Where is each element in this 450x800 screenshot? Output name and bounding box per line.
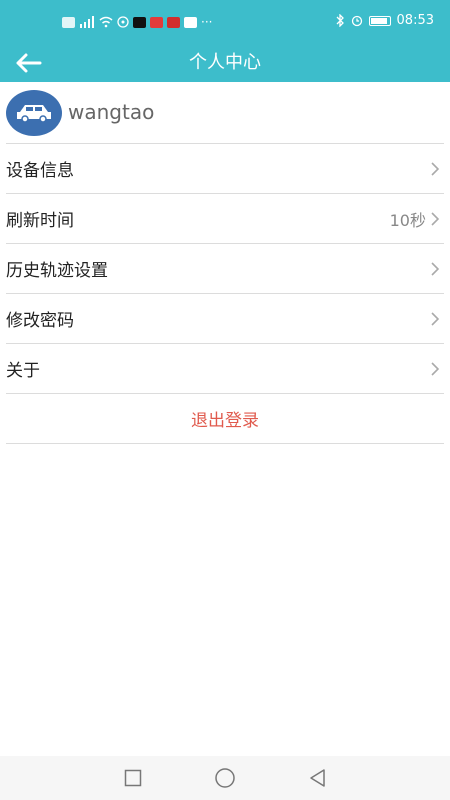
- home-button[interactable]: [213, 766, 237, 790]
- signal-icon: [80, 16, 94, 28]
- menu-item-change-password[interactable]: 修改密码: [6, 293, 444, 343]
- menu-item-about[interactable]: 关于: [6, 343, 444, 393]
- chevron-right-icon: [431, 211, 440, 226]
- battery-icon: [368, 15, 391, 26]
- menu-item-label: 历史轨迹设置: [6, 261, 108, 281]
- recents-button[interactable]: [121, 766, 145, 790]
- arrow-left-icon: [16, 53, 42, 73]
- back-nav-button[interactable]: [305, 766, 329, 790]
- chevron-right-icon: [431, 161, 440, 176]
- status-icons-left: ···: [62, 15, 212, 29]
- menu-item-history-track[interactable]: 历史轨迹设置: [6, 243, 444, 293]
- wifi-icon: [99, 16, 113, 28]
- chevron-right-icon: [431, 361, 440, 376]
- username: wangtao: [68, 100, 155, 124]
- menu-item-label: 刷新时间: [6, 211, 74, 231]
- logout-button[interactable]: 退出登录: [6, 393, 444, 444]
- square-icon: [124, 769, 142, 787]
- menu-item-label: 关于: [6, 361, 40, 381]
- hd-icon: [62, 16, 75, 28]
- refresh-time-value: 10秒: [389, 210, 426, 230]
- bluetooth-icon: [336, 14, 344, 27]
- status-icons-right: 08:53: [335, 13, 434, 28]
- location-icon: [117, 16, 129, 28]
- title-bar: 个人中心: [0, 44, 450, 82]
- menu-item-refresh-time[interactable]: 刷新时间 10秒: [6, 193, 444, 243]
- circle-icon: [215, 768, 235, 788]
- system-nav-bar: [0, 756, 450, 800]
- chevron-right-icon: [431, 261, 440, 276]
- profile-header: wangtao: [0, 82, 450, 144]
- menu-item-label: 设备信息: [6, 161, 74, 181]
- app-icon: [167, 16, 180, 28]
- avatar: [6, 90, 62, 136]
- status-time: 08:53: [396, 13, 434, 28]
- menu-item-device-info[interactable]: 设备信息: [6, 143, 444, 193]
- chevron-right-icon: [431, 311, 440, 326]
- car-icon: [17, 105, 51, 123]
- page-title: 个人中心: [189, 52, 261, 73]
- more-dots-icon: ···: [201, 15, 213, 29]
- back-button[interactable]: [10, 48, 46, 78]
- triangle-back-icon: [310, 769, 325, 787]
- status-bar: ··· 08:53: [0, 0, 450, 44]
- app-icon: [150, 16, 163, 28]
- play-icon: [184, 16, 197, 28]
- alarm-icon: [351, 15, 362, 27]
- menu-item-label: 修改密码: [6, 311, 74, 331]
- tiktok-icon: [133, 16, 146, 28]
